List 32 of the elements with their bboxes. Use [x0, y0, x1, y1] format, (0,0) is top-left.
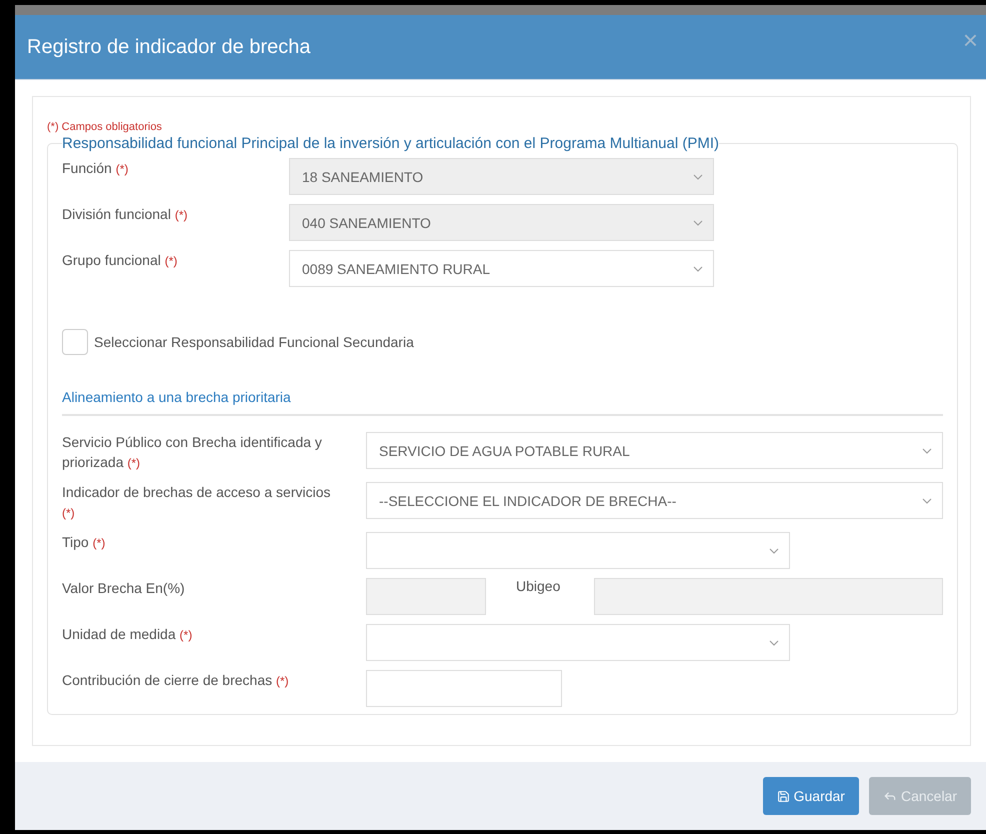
select-field[interactable]: SERVICIO DE AGUA POTABLE RURAL	[366, 432, 943, 469]
required-note: (*) Campos obligatorios	[47, 121, 163, 133]
field-label: Función (*)	[62, 159, 130, 178]
chevron-down-icon	[922, 498, 932, 504]
select-field[interactable]	[366, 532, 790, 569]
field-label: Ubigeo	[515, 578, 562, 594]
section-legend: Responsabilidad funcional Principal de la inversión y articulación con el Programa Multianual (PMI)	[62, 135, 719, 152]
field-label: Indicador de brechas de acceso a servicios (*)	[62, 483, 332, 522]
field-label: Contribución de cierre de brechas (*)	[62, 671, 290, 690]
field-label: Servicio Público con Brecha identificada y priorizada (*)	[62, 433, 323, 472]
section-heading: Alineamiento a una brecha prioritaria	[62, 389, 943, 416]
field-label: Tipo (*)	[62, 533, 106, 552]
select-field[interactable]: --SELECCIONE EL INDICADOR DE BRECHA--	[366, 482, 943, 519]
chevron-down-icon	[693, 174, 703, 180]
input-field[interactable]	[366, 578, 486, 615]
save-button[interactable]: Guardar	[762, 777, 859, 815]
dialog-title: Registro de indicador de brecha	[27, 36, 311, 58]
input-field[interactable]	[594, 578, 943, 615]
chevron-down-icon	[693, 266, 703, 272]
field-label: Grupo funcional (*)	[62, 251, 178, 270]
chevron-down-icon	[769, 640, 779, 646]
chevron-down-icon	[769, 548, 779, 554]
input-field[interactable]	[366, 670, 562, 707]
chevron-down-icon	[922, 448, 932, 454]
chevron-down-icon	[693, 220, 703, 226]
field-label: Unidad de medida (*)	[62, 625, 194, 644]
select-field[interactable]: 0089 SANEAMIENTO RURAL	[289, 250, 714, 287]
checkbox-label: Seleccionar Responsabilidad Funcional Secundaria	[94, 334, 414, 350]
select-field[interactable]	[366, 624, 790, 661]
checkbox[interactable]	[62, 329, 88, 355]
field-label: Valor Brecha En(%)	[62, 579, 186, 598]
field-label: División funcional (*)	[62, 205, 189, 224]
